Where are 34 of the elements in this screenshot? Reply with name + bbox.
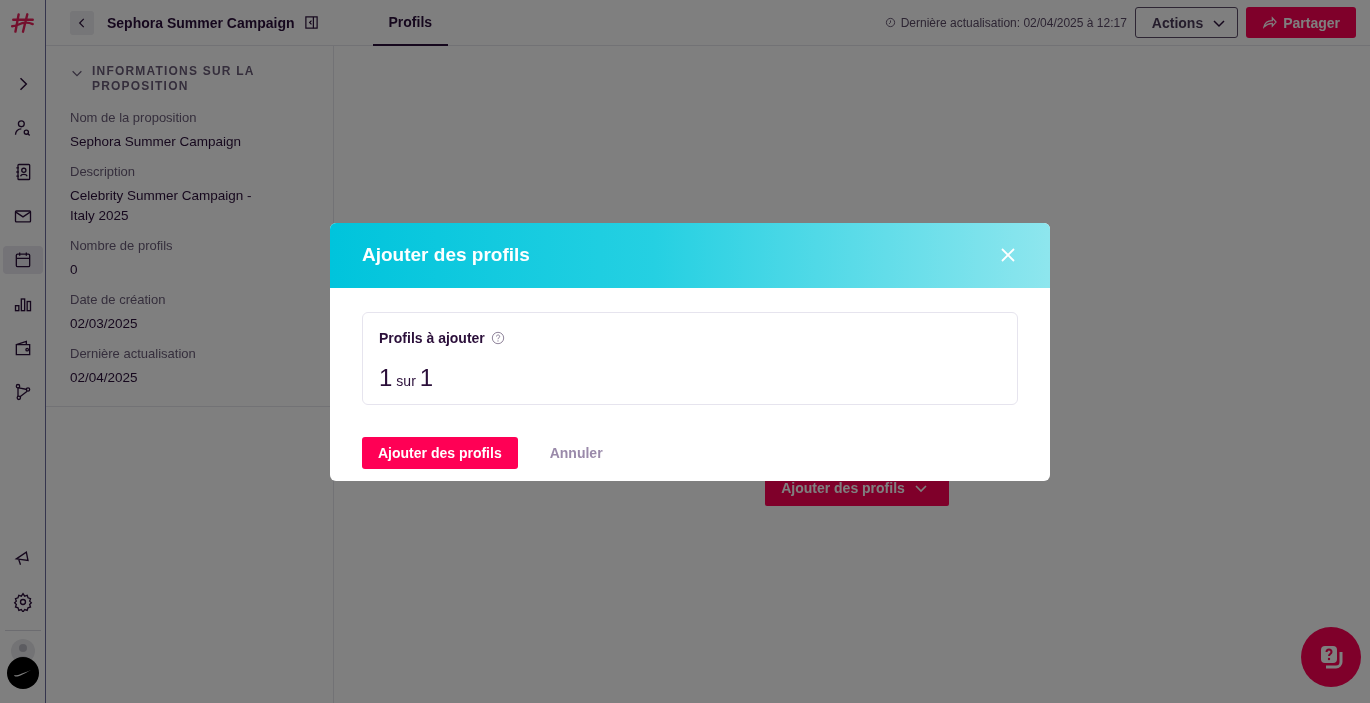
nav-item[interactable]	[2, 246, 43, 274]
section-title[interactable]: INFORMATIONS SUR LA PROPOSITION	[92, 64, 282, 94]
profile-count: 1	[379, 363, 393, 392]
settings-icon[interactable]	[12, 592, 33, 612]
field-value: Sephora Summer Campaign	[70, 133, 243, 151]
page-title: Sephora Summer Campaign	[107, 14, 295, 31]
field-label: Nombre de profils	[70, 238, 174, 253]
account-avatar[interactable]	[6, 657, 39, 689]
share-icon	[1262, 15, 1278, 30]
user-search-icon	[12, 118, 33, 138]
actions-button[interactable]: Actions	[1134, 7, 1239, 38]
cancel-button[interactable]: Annuler	[533, 438, 619, 467]
count-separator: sur	[396, 372, 416, 389]
help-button[interactable]	[1301, 627, 1361, 687]
field-value: 02/04/2025	[70, 369, 139, 387]
panel-toggle-icon[interactable]	[303, 15, 319, 30]
confirm-button[interactable]: Ajouter des profils	[362, 436, 518, 469]
share-button[interactable]: Partager	[1246, 7, 1356, 38]
field-label: Date de création	[70, 292, 167, 307]
tab[interactable]: Profils	[372, 0, 449, 46]
dialog-title: Ajouter des profils	[362, 244, 530, 266]
profile-total: 1	[419, 363, 434, 392]
field-label: Nom de la proposition	[70, 110, 198, 125]
logo-icon[interactable]	[9, 10, 36, 36]
field-value: 0	[70, 261, 79, 279]
last-update-text: Dernière actualisation: 02/04/2025 à 12:17	[900, 15, 1127, 30]
back-button[interactable]	[70, 10, 94, 35]
help-icon[interactable]	[490, 330, 505, 345]
field-label: Dernière actualisation	[70, 346, 197, 361]
field-value: Celebrity Summer Campaign - Italy 2025	[70, 187, 253, 225]
field-label: Description	[70, 164, 137, 179]
field-value: 02/03/2025	[70, 315, 139, 333]
field-label: Profils à ajouter	[379, 329, 485, 346]
clock-icon	[884, 17, 896, 28]
